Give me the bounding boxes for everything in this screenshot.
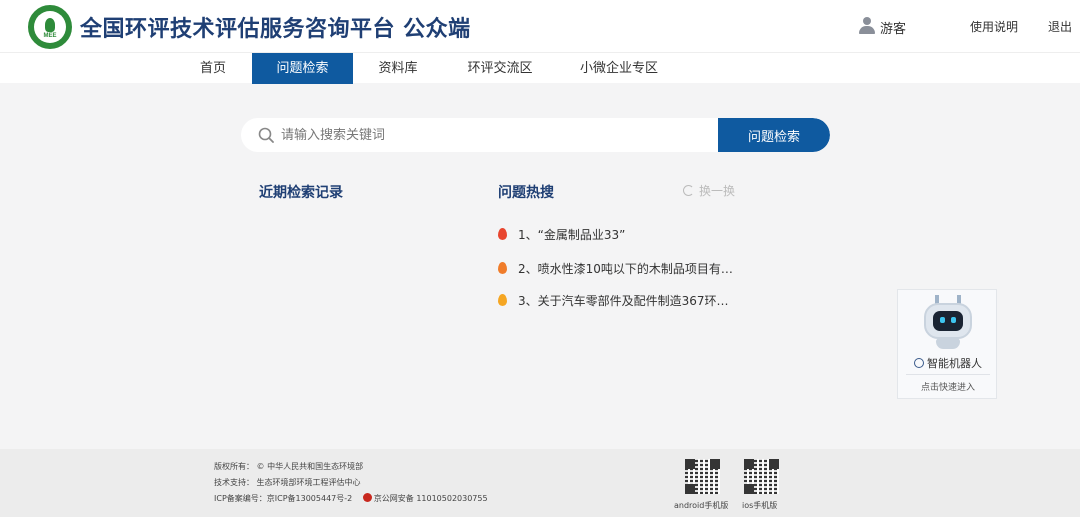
flame-icon [498, 228, 507, 240]
recent-search-title: 近期检索记录 [259, 185, 343, 201]
user-icon[interactable] [859, 17, 875, 34]
footer-support: 技术支持： 生态环境部环境工程评估中心 [214, 478, 361, 487]
robot-subtitle: 点击快速进入 [920, 383, 975, 393]
logo-text: MEE [43, 33, 57, 39]
nav-item-exchange[interactable]: 环评交流区 [460, 53, 540, 84]
site-title: 全国环评技术评估服务咨询平台 公众端 [80, 17, 471, 42]
robot-title: 智能机器人 [898, 355, 998, 371]
user-name[interactable]: 游客 [880, 18, 906, 37]
ios-label: ios手机版 [742, 501, 778, 510]
flame-icon [498, 262, 507, 274]
police-badge-icon [362, 493, 372, 502]
header: MEE 全国环评技术评估服务咨询平台 公众端 游客 使用说明 退出 [0, 0, 1080, 52]
footer: 版权所有： © 中华人民共和国生态环境部 技术支持： 生态环境部环境工程评估中心… [0, 449, 1080, 517]
logo-emblem: MEE [34, 11, 66, 43]
nav-item-question-search[interactable]: 问题检索 [252, 53, 353, 84]
refresh-button[interactable]: 换一换 [683, 182, 735, 199]
hot-search-title: 问题热搜 [498, 185, 554, 201]
refresh-icon [683, 185, 694, 196]
android-label: android手机版 [674, 501, 729, 510]
robot-assistant-card[interactable]: 智能机器人 点击快速进入 [897, 289, 997, 399]
robot-icon [920, 295, 976, 349]
hot-item[interactable]: 3、关于汽车零部件及配件制造367环… [498, 292, 729, 309]
main-nav: 首页 问题检索 资料库 环评交流区 小微企业专区 [0, 52, 1080, 84]
search-icon [258, 127, 274, 143]
hot-item[interactable]: 1、“金属制品业33” [498, 226, 625, 243]
nav-item-home[interactable]: 首页 [183, 53, 243, 84]
chat-icon [914, 358, 924, 368]
footer-icp: ICP备案编号：京ICP备13005447号-2 京公网安备 110105020… [214, 493, 488, 504]
footer-copyright: 版权所有： © 中华人民共和国生态环境部 [214, 462, 364, 471]
icp-link[interactable]: ICP备案编号：京ICP备13005447号-2 [214, 494, 352, 503]
logout-link[interactable]: 退出 [1048, 18, 1072, 35]
search-button[interactable]: 问题检索 [718, 118, 830, 152]
police-record[interactable]: 京公网安备 11010502030755 [362, 493, 488, 503]
search-bar: 问题检索 [241, 118, 830, 152]
hot-item[interactable]: 2、喷水性漆10吨以下的木制品项目有… [498, 260, 733, 277]
help-link[interactable]: 使用说明 [970, 18, 1018, 35]
search-input[interactable] [281, 118, 711, 152]
divider [906, 374, 990, 375]
android-qr-code [685, 459, 720, 494]
flame-icon [498, 294, 507, 306]
nav-item-library[interactable]: 资料库 [368, 53, 428, 84]
ios-qr-code [744, 459, 779, 494]
nav-item-small-enterprise[interactable]: 小微企业专区 [575, 53, 663, 84]
mee-logo[interactable]: MEE [28, 5, 72, 49]
tree-icon [45, 18, 55, 32]
